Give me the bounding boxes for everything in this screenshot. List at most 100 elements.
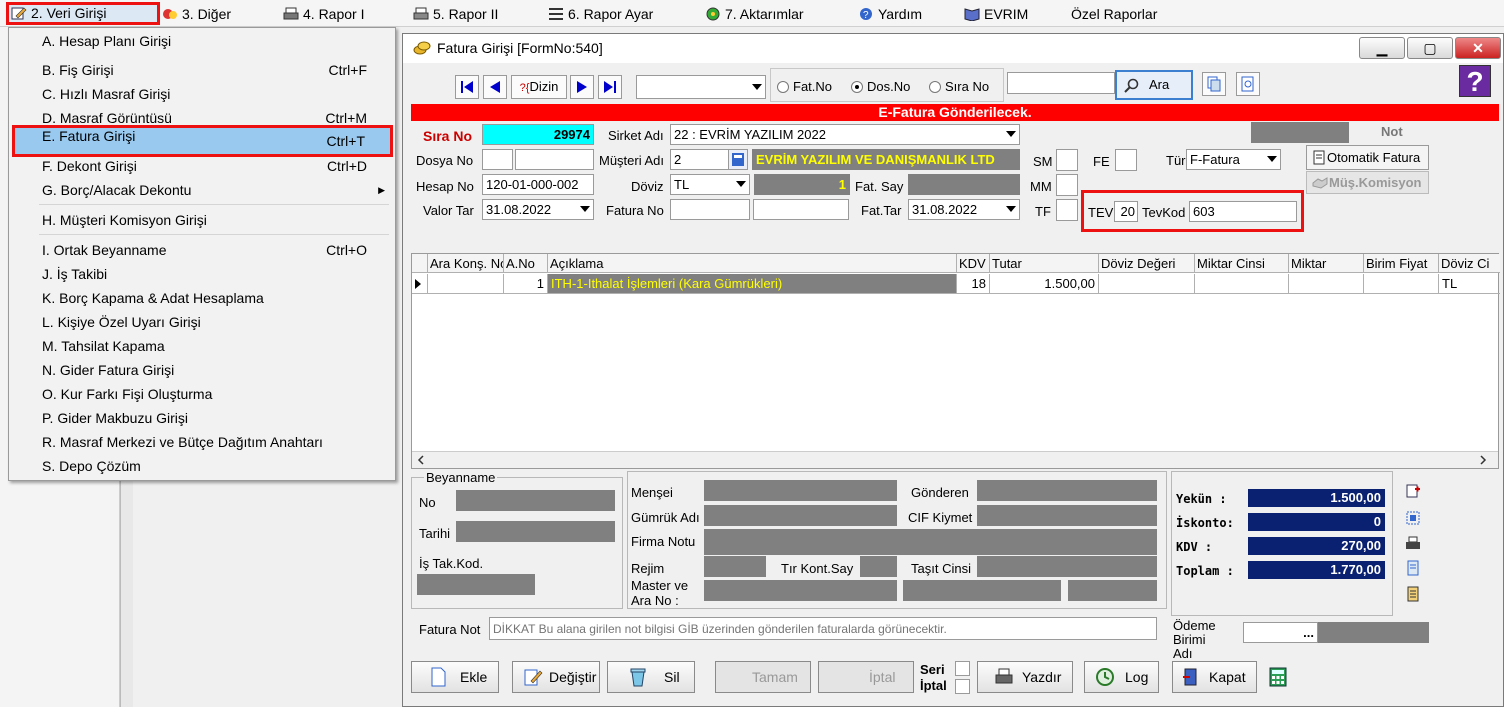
cell-ara-kons[interactable] bbox=[428, 274, 504, 294]
menu-item[interactable]: B. Fiş Girişi Ctrl+F bbox=[9, 59, 395, 81]
menu-item[interactable]: M. Tahsilat Kapama bbox=[9, 335, 395, 357]
menu-aktarimlar[interactable]: 7. Aktarımlar bbox=[705, 4, 804, 24]
chevron-left-icon[interactable] bbox=[416, 455, 426, 465]
mus-komisyon-button[interactable]: Müş.Komisyon bbox=[1306, 171, 1429, 194]
dizin-button[interactable]: ?{Dizin bbox=[511, 75, 567, 99]
prev-record-button[interactable] bbox=[483, 75, 507, 99]
tevkod-field[interactable]: 603 bbox=[1189, 201, 1297, 222]
col-header-miktar-cinsi[interactable]: Miktar Cinsi bbox=[1195, 254, 1289, 273]
menu-veri-girisi[interactable]: 2. Veri Girişi bbox=[6, 2, 160, 25]
cell-ano[interactable]: 1 bbox=[504, 274, 548, 294]
search-input[interactable] bbox=[1007, 72, 1115, 94]
doviz-combo[interactable]: TL bbox=[670, 174, 750, 195]
sil-button[interactable]: Sil bbox=[607, 661, 695, 693]
dosya-no-prefix[interactable] bbox=[482, 149, 513, 170]
first-record-button[interactable] bbox=[455, 75, 479, 99]
col-header-tutar[interactable]: Tutar bbox=[990, 254, 1099, 273]
menu-item[interactable]: A. Hesap Planı Girişi bbox=[9, 30, 395, 52]
col-header-doviz-cinsi[interactable]: Döviz Ci bbox=[1439, 254, 1500, 273]
col-header-ano[interactable]: A.No bbox=[504, 254, 548, 273]
col-header-ara-kons[interactable]: Ara Konş. No bbox=[428, 254, 504, 273]
sira-no-field[interactable]: 29974 bbox=[482, 124, 594, 145]
fatura-not-input[interactable] bbox=[489, 617, 1157, 640]
menu-item[interactable]: O. Kur Farkı Fişi Oluşturma bbox=[9, 383, 395, 405]
menu-rapor-2[interactable]: 5. Rapor II bbox=[413, 4, 498, 24]
sm-checkbox[interactable] bbox=[1056, 149, 1078, 171]
menu-evrim[interactable]: EVRIM bbox=[964, 4, 1028, 24]
menu-item[interactable]: S. Depo Çözüm bbox=[9, 455, 395, 477]
iptal-button[interactable]: İptal bbox=[818, 661, 914, 693]
radio-sirano[interactable]: Sıra No bbox=[929, 79, 989, 94]
cell-doviz-cinsi[interactable]: TL bbox=[1439, 274, 1500, 294]
maximize-button[interactable]: ▢ bbox=[1407, 37, 1453, 59]
radio-fatno[interactable]: Fat.No bbox=[777, 79, 832, 94]
tur-combo[interactable]: F-Fatura bbox=[1186, 149, 1281, 170]
fat-tar-field[interactable]: 31.08.2022 bbox=[908, 199, 1020, 220]
cell-doviz-degeri[interactable] bbox=[1099, 274, 1195, 294]
iptal-checkbox[interactable] bbox=[955, 679, 970, 694]
cell-aciklama[interactable]: ITH-1-Ithalat İşlemleri (Kara Gümrükleri… bbox=[548, 274, 957, 294]
document-icon[interactable] bbox=[1405, 560, 1421, 576]
close-button[interactable]: ✕ bbox=[1455, 37, 1501, 59]
help-button[interactable]: ? bbox=[1459, 65, 1491, 97]
menu-item[interactable]: E. Fatura Girişi Ctrl+T bbox=[12, 125, 393, 157]
not-field[interactable] bbox=[1251, 122, 1349, 143]
tf-checkbox[interactable] bbox=[1056, 199, 1078, 221]
col-header-birim-fiyat[interactable]: Birim Fiyat bbox=[1364, 254, 1439, 273]
menu-item[interactable]: G. Borç/Alacak Dekontu ▶ bbox=[9, 179, 395, 201]
col-header-miktar[interactable]: Miktar bbox=[1289, 254, 1364, 273]
menu-item[interactable]: F. Dekont Girişi Ctrl+D bbox=[9, 155, 395, 177]
cell-kdv[interactable]: 18 bbox=[957, 274, 990, 294]
kapat-button[interactable]: Kapat bbox=[1172, 661, 1257, 693]
tev-field[interactable]: 20 bbox=[1114, 201, 1138, 222]
add-document-icon[interactable] bbox=[1405, 483, 1421, 499]
musteri-code-field[interactable]: 2 bbox=[670, 149, 730, 170]
menu-item[interactable]: I. Ortak Beyanname Ctrl+O bbox=[9, 239, 395, 261]
fe-checkbox[interactable] bbox=[1115, 149, 1137, 171]
grid-hscrollbar[interactable] bbox=[412, 451, 1498, 468]
chevron-right-icon[interactable] bbox=[1478, 455, 1488, 465]
menu-item[interactable]: N. Gider Fatura Girişi bbox=[9, 359, 395, 381]
cell-miktar[interactable] bbox=[1289, 274, 1364, 294]
menu-item[interactable]: P. Gider Makbuzu Girişi bbox=[9, 407, 395, 429]
dosya-no-field[interactable] bbox=[515, 149, 594, 170]
select-area-icon[interactable] bbox=[1405, 510, 1421, 526]
hesap-no-field[interactable]: 120-01-000-002 bbox=[482, 174, 594, 195]
col-header-doviz-degeri[interactable]: Döviz Değeri bbox=[1099, 254, 1195, 273]
ekle-button[interactable]: Ekle bbox=[411, 661, 499, 693]
menu-item[interactable]: K. Borç Kapama & Adat Hesaplama bbox=[9, 287, 395, 309]
col-header-kdv[interactable]: KDV bbox=[957, 254, 990, 273]
ara-button[interactable]: Ara bbox=[1115, 70, 1193, 100]
fatura-no-series[interactable] bbox=[670, 199, 750, 220]
menu-item[interactable]: C. Hızlı Masraf Girişi bbox=[9, 83, 395, 105]
list-icon[interactable] bbox=[1405, 586, 1421, 602]
cell-birim-fiyat[interactable] bbox=[1364, 274, 1439, 294]
menu-diger[interactable]: 3. Diğer bbox=[162, 4, 231, 24]
menu-rapor-1[interactable]: 4. Rapor I bbox=[283, 4, 364, 24]
search-field-combo[interactable] bbox=[636, 75, 766, 99]
sirket-combo[interactable]: 22 : EVRİM YAZILIM 2022 bbox=[670, 124, 1020, 145]
calculator-icon[interactable] bbox=[1268, 667, 1288, 687]
tamam-button[interactable]: Tamam bbox=[715, 661, 811, 693]
menu-ozel-raporlar[interactable]: Özel Raporlar bbox=[1071, 4, 1157, 24]
menu-rapor-ayar[interactable]: 6. Rapor Ayar bbox=[548, 4, 653, 24]
menu-item[interactable]: H. Müşteri Komisyon Girişi bbox=[9, 209, 395, 231]
seri-checkbox[interactable] bbox=[955, 661, 970, 676]
copy-button[interactable] bbox=[1202, 72, 1226, 96]
otomatik-fatura-button[interactable]: Otomatik Fatura bbox=[1306, 145, 1429, 170]
menu-item[interactable]: R. Masraf Merkezi ve Bütçe Dağıtım Anaht… bbox=[9, 431, 395, 453]
degistir-button[interactable]: Değiştir bbox=[512, 661, 600, 693]
cell-tutar[interactable]: 1.500,00 bbox=[990, 274, 1099, 294]
log-button[interactable]: Log bbox=[1084, 661, 1159, 693]
menu-item[interactable]: J. İş Takibi bbox=[9, 263, 395, 285]
menu-item[interactable]: L. Kişiye Özel Uyarı Girişi bbox=[9, 311, 395, 333]
find-document-button[interactable] bbox=[1236, 72, 1260, 96]
radio-dosno[interactable]: Dos.No bbox=[851, 79, 910, 94]
print-icon[interactable] bbox=[1405, 536, 1421, 552]
last-record-button[interactable] bbox=[598, 75, 622, 99]
yazdir-button[interactable]: Yazdır bbox=[977, 661, 1073, 693]
fatura-no-field[interactable] bbox=[753, 199, 849, 220]
menu-yardim[interactable]: ? Yardım bbox=[858, 4, 922, 24]
odeme-lookup[interactable]: ... bbox=[1243, 622, 1318, 643]
next-record-button[interactable] bbox=[570, 75, 594, 99]
